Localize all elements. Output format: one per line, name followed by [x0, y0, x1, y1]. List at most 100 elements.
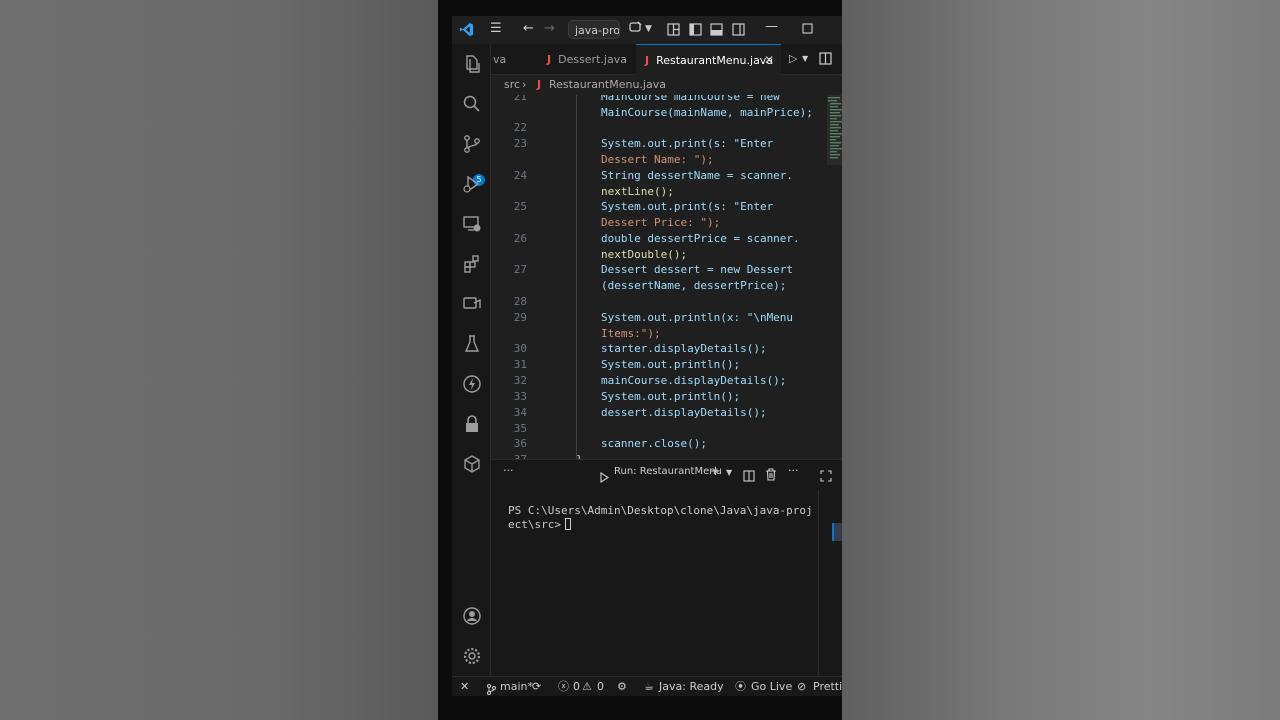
line-number: 36	[513, 437, 527, 450]
line-number: 28	[513, 295, 527, 308]
maximize-icon[interactable]	[802, 23, 813, 38]
toggle-panel-icon[interactable]	[710, 23, 723, 40]
back-arrow-icon[interactable]: ←	[523, 21, 534, 36]
explorer-icon[interactable]	[462, 54, 482, 74]
terminal-output[interactable]: PS C:\Users\Admin\Desktop\clone\Java\jav…	[508, 504, 818, 532]
live-share-icon[interactable]	[462, 294, 482, 314]
new-terminal-icon[interactable]: +	[710, 464, 721, 479]
code-line: System.out.println(x: "\nMenu	[601, 311, 794, 324]
packages-icon[interactable]	[462, 454, 482, 474]
code-line: Items:");	[601, 327, 661, 340]
extensions-icon[interactable]	[462, 254, 482, 274]
title-bar: ☰ ← → java-proje ▼ —	[452, 16, 842, 44]
split-editor-icon[interactable]	[819, 52, 832, 69]
breadcrumb: src › J RestaurantMenu.java	[491, 75, 842, 95]
sync-icon[interactable]: ⟳	[532, 677, 541, 696]
layout-customize-icon[interactable]	[667, 23, 680, 40]
terminal-panel: ··· Run: RestaurantMenu + ▼ ··· PS C:\Us…	[491, 459, 842, 677]
warning-count[interactable]: 0	[597, 677, 604, 696]
breadcrumb-separator: ›	[522, 78, 527, 91]
terminal-scrollbar[interactable]	[818, 490, 819, 677]
vscode-logo-icon	[459, 22, 474, 41]
java-file-icon: J	[547, 53, 552, 66]
code-line: System.out.println();	[601, 358, 741, 371]
chevron-down-icon[interactable]: ▼	[802, 54, 808, 63]
thunder-client-icon[interactable]	[462, 374, 482, 394]
code-line: (dessertName, dessertPrice);	[601, 279, 787, 292]
line-number: 33	[513, 390, 527, 403]
git-branch[interactable]: main*	[500, 677, 533, 696]
code-line: starter.displayDetails();	[601, 342, 767, 355]
code-editor[interactable]: 21 22 23 24 25 26 27 28 29 30 31 32 33 3…	[491, 95, 842, 459]
minimap[interactable]	[827, 95, 842, 175]
copilot-icon[interactable]	[629, 21, 643, 38]
git-branch-icon	[486, 682, 497, 696]
breadcrumb-folder[interactable]: src	[504, 75, 520, 95]
source-control-icon[interactable]	[462, 134, 482, 154]
line-number: 30	[513, 342, 527, 355]
command-center[interactable]: java-proje	[568, 20, 620, 39]
run-debug-icon[interactable]	[462, 174, 482, 194]
go-live-button[interactable]: Go Live	[751, 677, 792, 696]
breadcrumb-file[interactable]: RestaurantMenu.java	[549, 75, 666, 95]
java-status[interactable]: Java: Ready	[659, 677, 724, 696]
line-number: 25	[513, 200, 527, 213]
toggle-sidebar-icon[interactable]	[689, 23, 702, 40]
code-line: Dessert Name: ");	[601, 153, 714, 166]
forward-arrow-icon[interactable]: →	[544, 21, 555, 36]
search-icon[interactable]	[462, 94, 482, 114]
java-status-icon: ☕	[644, 680, 654, 693]
line-number: 22	[513, 121, 527, 134]
prettier-icon: ⊘	[797, 680, 807, 693]
warning-icon: ⚠	[582, 680, 592, 693]
panel-more-actions[interactable]: ···	[788, 464, 799, 477]
close-tab-icon[interactable]: ✕	[764, 45, 774, 76]
remote-indicator[interactable]: ✕	[460, 677, 469, 696]
remote-explorer-icon[interactable]	[462, 214, 482, 234]
line-number: 27	[513, 263, 527, 276]
security-icon[interactable]	[462, 414, 482, 434]
toggle-secondary-sidebar-icon[interactable]	[732, 23, 745, 40]
broadcast-icon[interactable]: ⚙	[617, 677, 627, 696]
code-line: mainCourse.displayDetails();	[601, 374, 787, 387]
code-line: System.out.print(s: "Enter	[601, 200, 774, 213]
code-line: double dessertPrice = scanner.	[601, 232, 800, 245]
tab-partial-java[interactable]: va	[493, 44, 506, 75]
maximize-panel-icon[interactable]	[820, 467, 832, 486]
chevron-down-icon[interactable]: ▼	[645, 24, 652, 34]
background-left	[0, 0, 438, 720]
vscode-window: ☰ ← → java-proje ▼ —	[452, 16, 842, 696]
error-count[interactable]: 0	[573, 677, 580, 696]
accounts-icon[interactable]	[462, 606, 482, 626]
testing-icon[interactable]	[462, 334, 482, 354]
line-number: 24	[513, 169, 527, 182]
settings-icon[interactable]	[462, 646, 482, 666]
prettier-status[interactable]: Prettie	[813, 677, 842, 696]
run-debug-icon	[599, 468, 610, 487]
code-line: nextDouble();	[601, 248, 688, 261]
terminal-label[interactable]: Run: RestaurantMenu	[614, 466, 722, 477]
trash-icon[interactable]	[765, 466, 777, 485]
split-terminal-icon[interactable]	[743, 467, 755, 486]
line-number: 23	[513, 137, 527, 150]
indent-guide	[576, 95, 577, 459]
java-file-icon: J	[645, 54, 650, 67]
run-icon[interactable]: ▷	[789, 52, 797, 65]
editor-tabs: va J Dessert.java J RestaurantMenu.java ✕ ▷…	[491, 44, 842, 75]
panel-more-actions[interactable]: ···	[503, 464, 514, 477]
code-line: System.out.print(s: "Enter	[601, 137, 774, 150]
tab-dessert-java[interactable]: J Dessert.java	[537, 44, 637, 75]
chevron-down-icon[interactable]: ▼	[726, 468, 732, 477]
activity-bar: 5	[452, 44, 491, 696]
code-line: dessert.displayDetails();	[601, 406, 767, 419]
tab-restaurantmenu-java[interactable]: J RestaurantMenu.java ✕	[636, 44, 781, 75]
code-line: nextLine();	[601, 185, 674, 198]
minimize-icon[interactable]: —	[765, 19, 778, 34]
code-line: scanner.close();	[601, 437, 707, 450]
code-line: Dessert dessert = new Dessert	[601, 263, 794, 276]
terminal-cursor	[565, 518, 571, 530]
menu-icon[interactable]: ☰	[490, 21, 502, 36]
code-line: Dessert Price: ");	[601, 216, 721, 229]
terminal-tab-marker[interactable]	[832, 523, 842, 541]
code-line: String dessertName = scanner.	[601, 169, 794, 182]
